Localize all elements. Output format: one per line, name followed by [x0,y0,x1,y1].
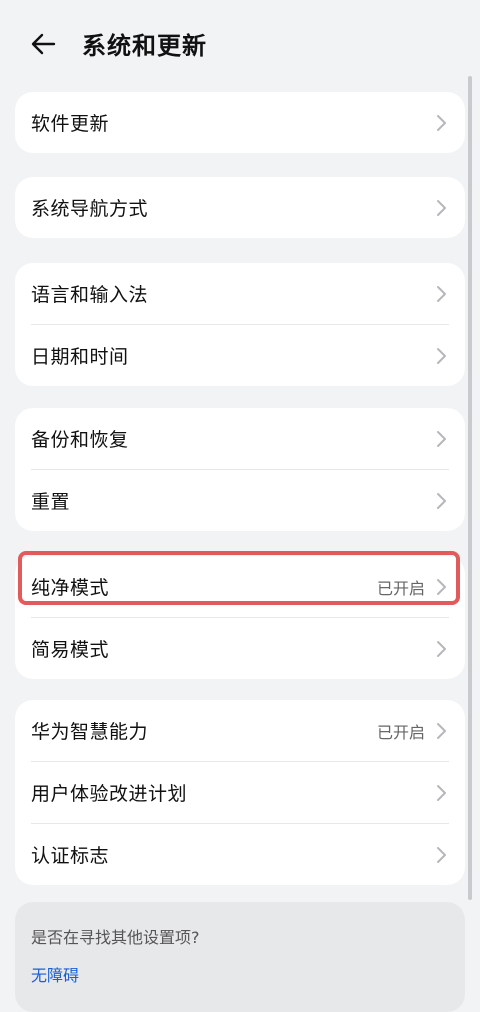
settings-item-software-update[interactable]: 软件更新 [31,92,449,153]
chevron-right-icon [437,199,446,216]
chevron-right-icon [437,784,446,801]
settings-group-services: 华为智慧能力 已开启 用户体验改进计划 认证标志 [15,700,465,885]
settings-item-label: 重置 [31,491,71,513]
accessibility-link[interactable]: 无障碍 [31,962,449,986]
chevron-right-icon [437,347,446,364]
scrollbar[interactable] [468,76,472,900]
header-bar: 系统和更新 [0,0,480,86]
settings-item-label: 日期和时间 [31,346,129,368]
status-text: 已开启 [376,578,425,598]
settings-item-label: 简易模式 [31,639,110,661]
suggestion-card: 是否在寻找其他设置项? 无障碍 [15,902,465,1012]
page-title: 系统和更新 [82,32,207,60]
chevron-right-icon [437,285,446,302]
settings-group-software-update: 软件更新 [15,92,465,153]
settings-item-label: 华为智慧能力 [31,721,149,743]
settings-item-label: 认证标志 [31,845,110,867]
settings-group-modes: 纯净模式 已开启 简易模式 [15,556,465,679]
settings-item-user-experience[interactable]: 用户体验改进计划 [31,762,449,823]
settings-group-language-time: 语言和输入法 日期和时间 [15,263,465,386]
chevron-right-icon [437,578,446,595]
chevron-right-icon [437,846,446,863]
settings-item-pure-mode[interactable]: 纯净模式 已开启 [31,556,449,617]
settings-item-simple-mode[interactable]: 简易模式 [31,618,449,679]
settings-item-backup-restore[interactable]: 备份和恢复 [31,408,449,469]
settings-item-huawei-intelligence[interactable]: 华为智慧能力 已开启 [31,700,449,761]
chevron-right-icon [437,492,446,509]
settings-item-label: 用户体验改进计划 [31,783,188,805]
chevron-right-icon [437,640,446,657]
chevron-right-icon [437,430,446,447]
back-arrow-icon[interactable] [28,28,60,60]
settings-item-certification[interactable]: 认证标志 [31,824,449,885]
settings-group-navigation: 系统导航方式 [15,177,465,238]
settings-item-reset[interactable]: 重置 [31,470,449,531]
settings-item-label: 纯净模式 [31,577,110,599]
suggestion-question: 是否在寻找其他设置项? [31,928,200,947]
chevron-right-icon [437,722,446,739]
settings-item-label: 备份和恢复 [31,429,129,451]
settings-item-system-navigation[interactable]: 系统导航方式 [31,177,449,238]
settings-item-language-input[interactable]: 语言和输入法 [31,263,449,324]
settings-item-date-time[interactable]: 日期和时间 [31,325,449,386]
settings-item-label: 系统导航方式 [31,198,149,220]
settings-group-backup-reset: 备份和恢复 重置 [15,408,465,531]
status-text: 已开启 [376,722,425,742]
chevron-right-icon [437,114,446,131]
settings-item-label: 软件更新 [31,113,110,135]
settings-item-label: 语言和输入法 [31,284,149,306]
